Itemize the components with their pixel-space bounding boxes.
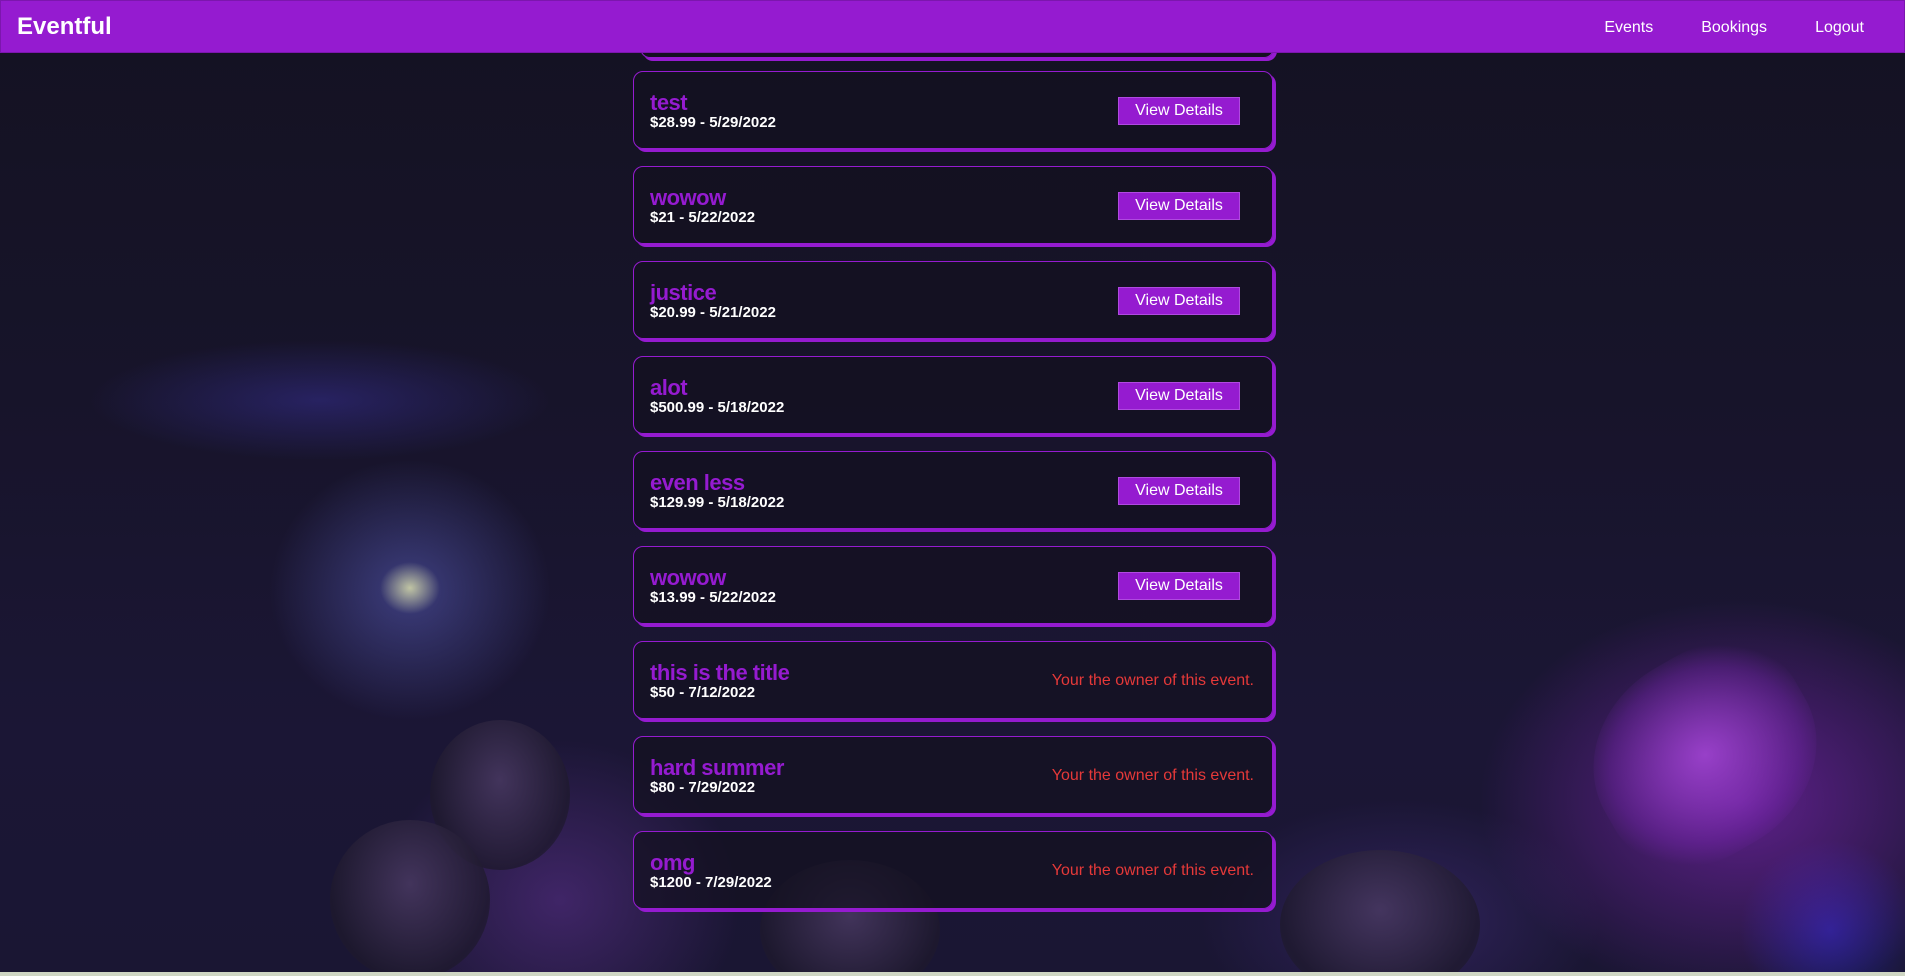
event-card: justice $20.99 - 5/21/2022 View Details bbox=[633, 261, 1273, 339]
crowd-silhouette bbox=[330, 820, 490, 976]
event-card: alot $500.99 - 5/18/2022 View Details bbox=[633, 356, 1273, 434]
event-card: test $28.99 - 5/29/2022 View Details bbox=[633, 71, 1273, 149]
event-price-date: $20.99 - 5/21/2022 bbox=[650, 304, 776, 321]
owner-notice: Your the owner of this event. bbox=[1051, 672, 1254, 689]
nav-bookings-link[interactable]: Bookings bbox=[1701, 19, 1767, 37]
event-price-date: $80 - 7/29/2022 bbox=[650, 779, 756, 796]
event-card: this is the title $50 - 7/12/2022 Your t… bbox=[633, 641, 1273, 719]
view-details-button[interactable]: View Details bbox=[1118, 477, 1240, 505]
brand-logo[interactable]: Eventful bbox=[17, 13, 112, 41]
event-price-date: $129.99 - 5/18/2022 bbox=[650, 494, 785, 511]
view-details-button[interactable]: View Details bbox=[1118, 97, 1240, 125]
view-details-button[interactable]: View Details bbox=[1118, 382, 1240, 410]
event-title: test bbox=[650, 90, 688, 115]
event-price-date: $50 - 7/12/2022 bbox=[650, 684, 756, 701]
nav-logout-link[interactable]: Logout bbox=[1815, 19, 1864, 37]
event-price-date: $1200 - 7/29/2022 bbox=[650, 874, 772, 891]
view-details-button[interactable]: View Details bbox=[1118, 287, 1240, 315]
event-card: even less $129.99 - 5/18/2022 View Detai… bbox=[633, 451, 1273, 529]
horizontal-scrollbar[interactable] bbox=[0, 972, 1905, 976]
view-details-button[interactable]: View Details bbox=[1118, 192, 1240, 220]
event-price-date: $21 - 5/22/2022 bbox=[650, 209, 756, 226]
top-navbar: Eventful Events Bookings Logout bbox=[0, 0, 1905, 53]
event-title: this is the title bbox=[650, 660, 790, 685]
owner-notice: Your the owner of this event. bbox=[1051, 767, 1254, 784]
event-title: justice bbox=[650, 280, 717, 305]
event-price-date: $13.99 - 5/22/2022 bbox=[650, 589, 776, 606]
event-card: omg $1200 - 7/29/2022 Your the owner of … bbox=[633, 831, 1273, 909]
nav-links: Events Bookings Logout bbox=[1556, 1, 1864, 54]
event-title: wowow bbox=[650, 185, 726, 210]
view-details-button[interactable]: View Details bbox=[1118, 572, 1240, 600]
owner-notice: Your the owner of this event. bbox=[1051, 862, 1254, 879]
event-card: wowow $13.99 - 5/22/2022 View Details bbox=[633, 546, 1273, 624]
event-price-date: $500.99 - 5/18/2022 bbox=[650, 399, 785, 416]
event-title: omg bbox=[650, 850, 695, 875]
event-title: alot bbox=[650, 375, 688, 400]
event-card: wowow $21 - 5/22/2022 View Details bbox=[633, 166, 1273, 244]
event-price-date: $28.99 - 5/29/2022 bbox=[650, 114, 776, 131]
event-card: hard summer $80 - 7/29/2022 Your the own… bbox=[633, 736, 1273, 814]
event-title: hard summer bbox=[650, 755, 784, 780]
nav-events-link[interactable]: Events bbox=[1604, 19, 1653, 37]
event-title: wowow bbox=[650, 565, 726, 590]
event-title: even less bbox=[650, 470, 745, 495]
